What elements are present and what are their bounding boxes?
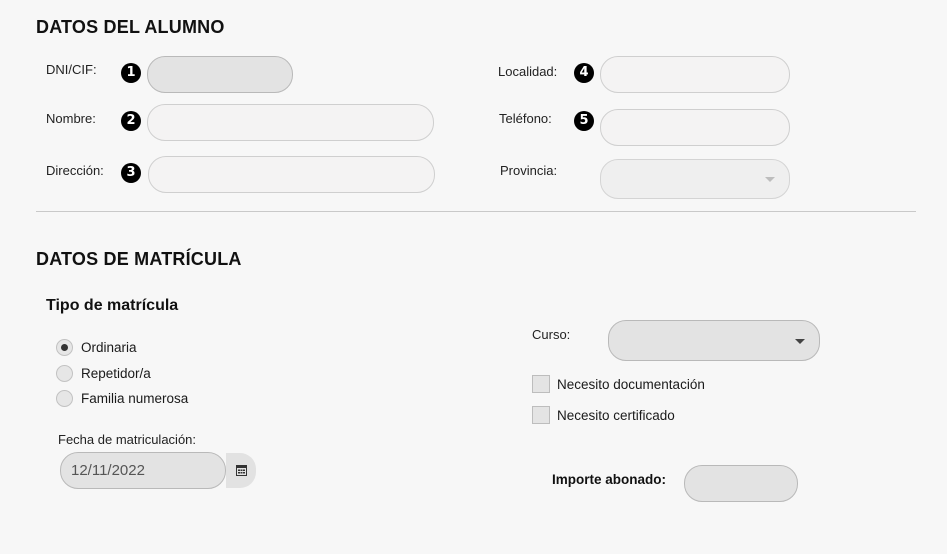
student-section-title: DATOS DEL ALUMNO xyxy=(36,17,225,37)
radio-repetidor[interactable]: Repetidor/a xyxy=(56,364,256,384)
radio-label: Familia numerosa xyxy=(81,391,189,406)
radio-label: Repetidor/a xyxy=(81,366,151,381)
chevron-down-icon xyxy=(765,177,775,182)
fecha-label: Fecha de matriculación: xyxy=(58,432,197,447)
radio-familia-numerosa[interactable]: Familia numerosa xyxy=(56,389,256,409)
checkbox[interactable] xyxy=(532,406,550,424)
radio-button-selected[interactable] xyxy=(56,339,73,356)
calendar-icon xyxy=(236,465,247,476)
nombre-badge: 2 xyxy=(121,111,141,131)
telefono-badge: 5 xyxy=(574,111,594,131)
telefono-input[interactable] xyxy=(600,109,790,146)
dni-label: DNI/CIF: xyxy=(46,62,97,77)
curso-select[interactable] xyxy=(608,320,820,361)
radio-button[interactable] xyxy=(56,390,73,407)
provincia-select[interactable] xyxy=(600,159,790,199)
enrollment-section-title: DATOS DE MATRÍCULA xyxy=(36,249,242,269)
calendar-button[interactable] xyxy=(226,453,256,488)
tipo-matricula-title: Tipo de matrícula xyxy=(46,297,179,314)
importe-label: Importe abonado: xyxy=(552,472,666,487)
checkbox-certificado[interactable]: Necesito certificado xyxy=(532,406,792,426)
checkbox-label: Necesito documentación xyxy=(557,377,705,392)
checkbox-label: Necesito certificado xyxy=(557,408,675,423)
radio-label: Ordinaria xyxy=(81,340,137,355)
section-divider xyxy=(36,211,916,212)
telefono-label: Teléfono: xyxy=(499,111,552,126)
nombre-label: Nombre: xyxy=(46,111,96,126)
provincia-label: Provincia: xyxy=(500,163,558,178)
direccion-badge: 3 xyxy=(121,163,141,183)
checkbox[interactable] xyxy=(532,375,550,393)
localidad-input[interactable] xyxy=(600,56,790,93)
dni-badge: 1 xyxy=(121,63,141,83)
fecha-input[interactable] xyxy=(60,452,226,489)
localidad-badge: 4 xyxy=(574,63,594,83)
direccion-label: Dirección: xyxy=(46,163,104,178)
radio-ordinaria[interactable]: Ordinaria xyxy=(56,338,256,358)
checkbox-documentacion[interactable]: Necesito documentación xyxy=(532,375,792,395)
nombre-input[interactable] xyxy=(147,104,434,141)
localidad-label: Localidad: xyxy=(498,64,558,79)
curso-label: Curso: xyxy=(532,327,571,342)
dni-input[interactable] xyxy=(147,56,293,93)
chevron-down-icon xyxy=(795,339,805,344)
radio-button[interactable] xyxy=(56,365,73,382)
direccion-input[interactable] xyxy=(148,156,435,193)
importe-input[interactable] xyxy=(684,465,798,502)
